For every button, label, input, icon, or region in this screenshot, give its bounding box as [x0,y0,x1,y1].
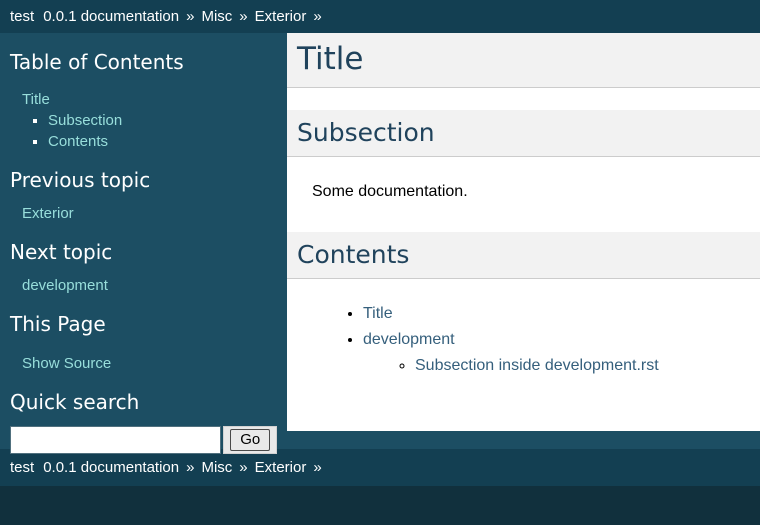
body-paragraph: Some documentation. [312,183,468,200]
sidebar: Table of Contents Title Subsection Conte… [0,33,287,454]
breadcrumb-separator: » [239,459,248,476]
top-nav-bar: test 0.0.1 documentation » Misc » Exteri… [0,0,760,33]
breadcrumb-separator: » [186,459,195,476]
quick-search-heading: Quick search [10,390,140,414]
contents-heading: Contents [287,232,760,279]
breadcrumb-exterior-link[interactable]: Exterior [255,8,307,25]
sidebar-this-page-heading: This Page [10,312,106,336]
breadcrumb-misc-link[interactable]: Misc [201,459,232,476]
sidebar-toc-link-contents[interactable]: Contents [48,133,108,150]
breadcrumb-separator: » [313,8,322,25]
contents-toc-list: Title development Subsection inside deve… [287,301,760,379]
search-input[interactable] [10,426,222,454]
sidebar-toc-list: Title Subsection Contents [22,89,277,152]
bottom-nav-bar: test 0.0.1 documentation » Misc » Exteri… [0,449,760,486]
next-topic-row: development [22,275,277,296]
contents-link-development-subsection[interactable]: Subsection inside development.rst [415,357,659,374]
contents-item-title: Title [363,301,760,327]
project-link[interactable]: test [10,459,34,476]
sidebar-toc-link-title[interactable]: Title [22,91,50,108]
contents-link-title[interactable]: Title [363,305,393,322]
go-button-label: Go [230,429,271,451]
previous-topic-link[interactable]: Exterior [22,205,74,222]
previous-topic-row: Exterior [22,203,277,224]
project-link[interactable]: test [10,8,34,25]
sidebar-toc-item-subsection: Subsection [48,110,277,131]
sidebar-toc-item-title: Title Subsection Contents [22,89,277,152]
sidebar-next-topic-heading: Next topic [10,240,113,264]
show-source-row: Show Source [22,353,277,374]
document-area: Table of Contents Title Subsection Conte… [0,33,760,454]
contents-link-development[interactable]: development [363,331,455,348]
next-topic-link[interactable]: development [22,277,108,294]
sidebar-toc-item-contents: Contents [48,131,277,152]
page-title: Title [287,33,760,88]
breadcrumb-misc-link[interactable]: Misc [201,8,232,25]
breadcrumb-separator: » [186,8,195,25]
documentation-home-link[interactable]: 0.0.1 documentation [43,459,179,476]
sidebar-toc-link-subsection[interactable]: Subsection [48,112,122,129]
show-source-link[interactable]: Show Source [22,355,111,372]
sphinx-doc-page: test 0.0.1 documentation » Misc » Exteri… [0,0,760,525]
contents-item-development-subsection: Subsection inside development.rst [415,353,760,379]
page-body: Title Subsection Some documentation. Con… [287,33,760,431]
breadcrumb-separator: » [239,8,248,25]
breadcrumb-separator: » [313,459,322,476]
breadcrumb-exterior-link[interactable]: Exterior [255,459,307,476]
go-button[interactable]: Go [223,426,277,454]
page-footer [0,486,760,525]
sidebar-previous-topic-heading: Previous topic [10,168,151,192]
quick-search-form: Go [10,426,277,454]
subsection-heading: Subsection [287,110,760,157]
contents-item-development: development Subsection inside developmen… [363,327,760,379]
documentation-home-link[interactable]: 0.0.1 documentation [43,8,179,25]
sidebar-toc-heading: Table of Contents [10,50,184,74]
